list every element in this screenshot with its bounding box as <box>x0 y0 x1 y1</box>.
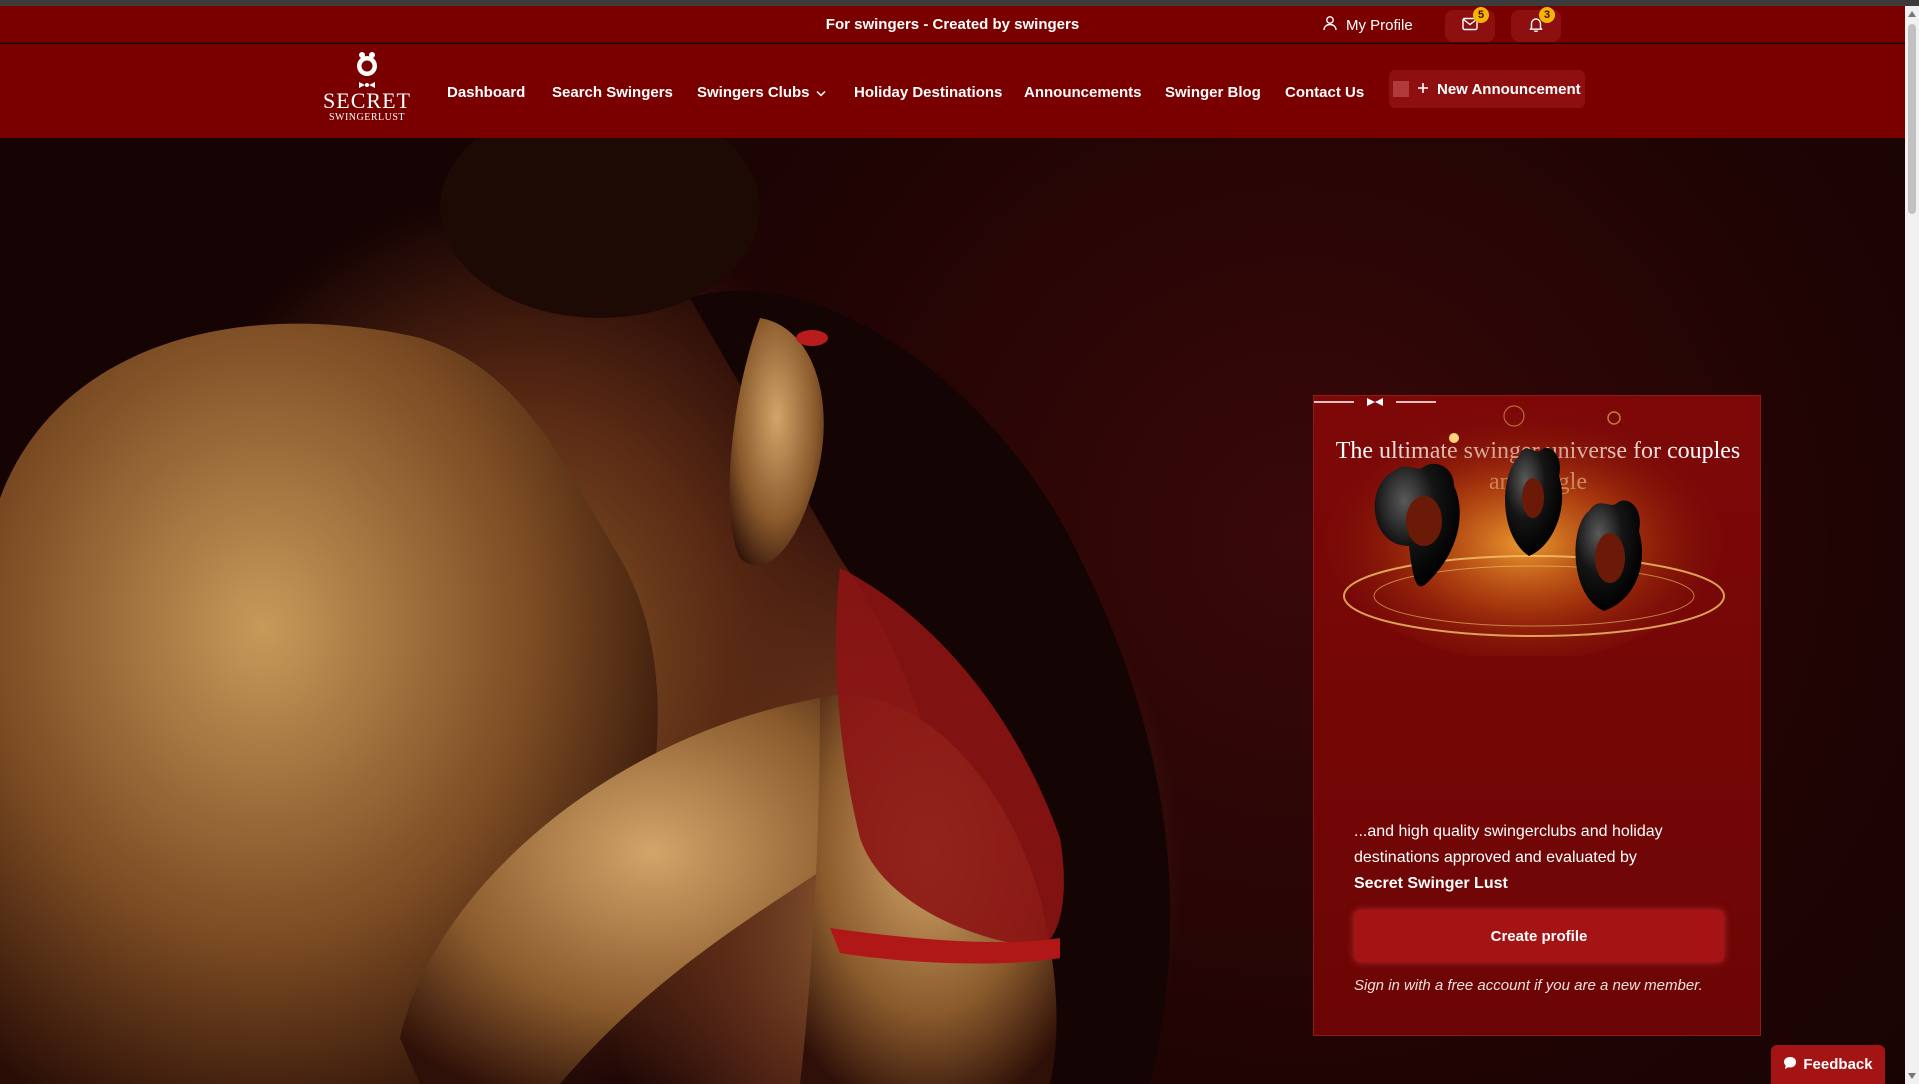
messages-badge: 5 <box>1473 7 1489 23</box>
scroll-up-icon[interactable] <box>1908 10 1916 18</box>
feedback-label: Feedback <box>1803 1056 1873 1073</box>
nav-dashboard[interactable]: Dashboard <box>447 80 525 104</box>
nav-holiday-destinations[interactable]: Holiday Destinations <box>854 80 1002 104</box>
logo-subtitle: SWINGERLUST <box>328 112 406 123</box>
main-navbar: SECRET SWINGERLUST Dashboard Search Swin… <box>0 44 1905 138</box>
rings-illustration <box>1324 401 1725 656</box>
nav-swingers-clubs[interactable]: Swingers Clubs <box>697 80 826 104</box>
promo-brand: Secret Swinger Lust <box>1354 875 1508 892</box>
page-scrollbar[interactable] <box>1905 6 1919 1084</box>
my-profile-link[interactable]: My Profile <box>1322 12 1413 38</box>
chat-icon <box>1783 1056 1797 1074</box>
my-profile-label: My Profile <box>1346 16 1413 34</box>
messages-button[interactable]: 5 <box>1445 7 1495 42</box>
chevron-down-icon <box>816 84 826 101</box>
scroll-thumb[interactable] <box>1908 24 1916 214</box>
feedback-button[interactable]: Feedback <box>1771 1045 1885 1084</box>
tagline: For swingers - Created by swingers <box>825 16 1080 33</box>
promo-description: ...and high quality swingerclubs and hol… <box>1354 819 1734 897</box>
logo-mark-icon <box>357 52 377 88</box>
logo-title: SECRET <box>323 88 411 113</box>
scroll-down-icon[interactable] <box>1908 1072 1916 1080</box>
notifications-button[interactable]: 3 <box>1511 7 1561 42</box>
nav-swingers-clubs-label: Swingers Clubs <box>697 83 810 101</box>
nav-contact-us[interactable]: Contact Us <box>1285 80 1364 104</box>
promo-card: The ultimate swinger universe for couple… <box>1313 395 1761 1036</box>
notifications-badge: 3 <box>1539 7 1555 23</box>
sign-in-note: Sign in with a free account if you are a… <box>1354 977 1703 994</box>
promo-text: ...and high quality swingerclubs and hol… <box>1354 823 1663 866</box>
new-announcement-button[interactable]: New Announcement <box>1389 70 1585 108</box>
nav-swinger-blog[interactable]: Swinger Blog <box>1165 80 1261 104</box>
site-logo[interactable]: SECRET SWINGERLUST <box>323 50 411 136</box>
nav-search-swingers[interactable]: Search Swingers <box>552 80 673 104</box>
user-icon <box>1322 15 1338 35</box>
broken-image-placeholder <box>1393 81 1409 97</box>
top-bar: For swingers - Created by swingers My Pr… <box>0 6 1905 43</box>
new-announcement-label: New Announcement <box>1437 80 1581 98</box>
nav-announcements[interactable]: Announcements <box>1024 80 1142 104</box>
hero-section: The ultimate swinger universe for couple… <box>0 138 1905 1084</box>
plus-icon <box>1417 81 1429 98</box>
create-profile-button[interactable]: Create profile <box>1354 910 1724 962</box>
